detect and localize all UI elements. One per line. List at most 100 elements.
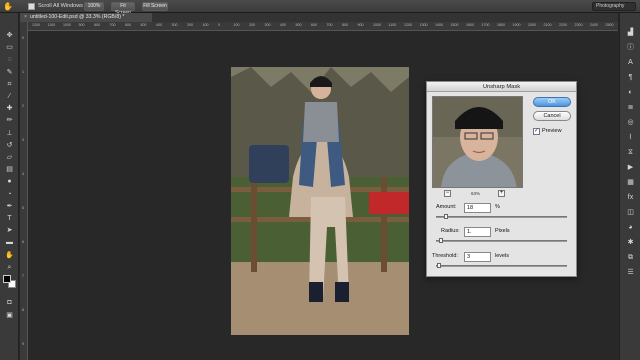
ruler-tick-label: 500: [140, 23, 147, 27]
zoom-in-button[interactable]: +: [498, 190, 505, 197]
ruler-tick-label: 200: [187, 23, 193, 27]
document-tab[interactable]: × untitled-100-Edit.psd @ 33.3% (RGB/8) *: [20, 13, 152, 22]
ruler-tick-label: 1000: [373, 23, 381, 27]
ruler-tick-label: 1: [22, 70, 24, 74]
amount-input[interactable]: 18: [464, 203, 491, 213]
hand-icon[interactable]: ✋: [2, 251, 17, 261]
paths-icon[interactable]: ⌇: [624, 132, 637, 143]
amount-slider[interactable]: [436, 214, 567, 219]
ruler-tick-label: 1300: [419, 23, 428, 27]
screen-mode-icon[interactable]: ▣: [2, 311, 17, 321]
ruler-tick-label: 0: [22, 36, 24, 40]
ruler-tick-label: 1600: [466, 23, 474, 27]
horizontal-ruler[interactable]: 1200 1100 1000 900 800 700 600 500 400 300 200 100 0…: [28, 22, 618, 31]
channels-icon[interactable]: ◎: [624, 117, 637, 128]
brush-icon[interactable]: ✏: [2, 116, 17, 126]
quick-mask-icon[interactable]: ◘: [2, 298, 17, 308]
amount-slider-thumb[interactable]: [444, 214, 448, 219]
ruler-tick-label: 600: [311, 23, 317, 27]
radius-slider-thumb[interactable]: [439, 238, 443, 243]
workspace-switcher[interactable]: Photography: [592, 2, 636, 11]
ruler-tick-label: 2100: [543, 23, 552, 27]
info-icon[interactable]: ⓘ: [624, 42, 637, 53]
radius-input[interactable]: 1.: [464, 227, 491, 237]
threshold-input[interactable]: 3: [464, 252, 491, 262]
fill-screen-button[interactable]: Fill Screen: [142, 2, 168, 11]
ruler-tick-label: 1100: [47, 23, 56, 27]
ruler-tick-label: 2300: [574, 23, 583, 27]
ruler-tick-label: 8: [22, 308, 24, 312]
crop-icon[interactable]: ⌗: [2, 80, 17, 90]
ruler-tick-label: 100: [233, 23, 240, 27]
ruler-tick-label: 1900: [512, 23, 521, 27]
zoom-100-button[interactable]: 100%: [84, 2, 104, 11]
healing-icon[interactable]: ✚: [2, 104, 17, 114]
amount-unit: %: [495, 204, 500, 210]
gradient-icon[interactable]: ▤: [2, 165, 17, 175]
path-select-icon[interactable]: ➤: [2, 226, 17, 236]
ruler-tick-label: 900: [357, 23, 364, 27]
character-icon[interactable]: A: [624, 57, 637, 68]
ruler-tick-label: 800: [94, 23, 100, 27]
radius-slider[interactable]: [436, 238, 567, 243]
radius-unit: Pixels: [495, 228, 510, 234]
history-brush-icon[interactable]: ↺: [2, 141, 17, 151]
paragraph-icon[interactable]: ¶: [624, 72, 637, 83]
filter-preview[interactable]: [432, 96, 523, 188]
ruler-tick-label: 2400: [590, 23, 598, 27]
cancel-button[interactable]: Cancel: [533, 111, 571, 121]
move-icon[interactable]: ✥: [2, 31, 17, 41]
ok-button[interactable]: OK: [533, 97, 571, 107]
type-icon[interactable]: T: [2, 214, 17, 224]
brush-presets-icon[interactable]: ✱: [624, 237, 637, 248]
history-icon[interactable]: ⧖: [624, 147, 637, 158]
ruler-tick-label: 300: [264, 23, 271, 27]
blur-icon[interactable]: ●: [2, 177, 17, 187]
clone-stamp-icon[interactable]: ⊥: [2, 129, 17, 139]
adjustments-icon[interactable]: ◐: [624, 87, 637, 98]
pen-icon[interactable]: ✒: [2, 202, 17, 212]
quick-select-icon[interactable]: ✎: [2, 68, 17, 78]
swatches-icon[interactable]: ▦: [624, 177, 637, 188]
threshold-unit: levels: [495, 253, 510, 259]
threshold-slider[interactable]: [436, 263, 567, 268]
ruler-tick-label: 2200: [559, 23, 567, 27]
photoshop-window: ✋ Scroll All Windows 100% Fit Screen Fil…: [0, 0, 640, 360]
layers-icon[interactable]: ≣: [624, 102, 637, 113]
hand-tool-icon[interactable]: ✋: [3, 2, 15, 11]
clone-source-icon[interactable]: ⧉: [624, 252, 637, 263]
scroll-all-windows-checkbox[interactable]: [28, 3, 35, 10]
foreground-color-swatch[interactable]: [3, 275, 11, 283]
ruler-tick-label: 5: [22, 206, 24, 210]
document-photo[interactable]: [231, 67, 409, 335]
marquee-icon[interactable]: ▭: [2, 43, 17, 53]
fit-screen-button[interactable]: Fit Screen: [111, 2, 135, 16]
ruler-tick-label: 1800: [497, 23, 505, 27]
panel-dock: ▟ ⓘ A ¶ ◐ ≣ ◎ ⌇ ⧖ ▶ ▦ fx ◫ ◕ ✱ ⧉ ☰: [619, 13, 640, 360]
navigator-icon[interactable]: ◫: [624, 207, 637, 218]
properties-icon[interactable]: ☰: [624, 267, 637, 278]
lasso-icon[interactable]: ◌: [2, 55, 17, 65]
eyedropper-icon[interactable]: ⁄: [2, 92, 17, 102]
color-icon[interactable]: ◕: [624, 222, 637, 233]
zoom-out-button[interactable]: −: [444, 190, 451, 197]
actions-icon[interactable]: ▶: [624, 162, 637, 173]
close-tab-icon[interactable]: ×: [24, 14, 27, 20]
ruler-tick-label: 2000: [528, 23, 536, 27]
vertical-ruler[interactable]: 0 1 2 3 4 5 6 7 8 9: [20, 22, 28, 360]
ruler-tick-label: 1400: [435, 23, 443, 27]
shape-icon[interactable]: ▬: [2, 238, 17, 248]
threshold-slider-thumb[interactable]: [437, 263, 441, 268]
ruler-tick-label: 1100: [388, 23, 397, 27]
dialog-title[interactable]: Unsharp Mask: [427, 82, 576, 92]
checkmark-icon: ✓: [534, 128, 540, 134]
tools-panel: ✥ ▭ ◌ ✎ ⌗ ⁄ ✚ ✏ ⊥ ↺ ▱ ▤ ● ◔ ✒ T ➤ ▬ ✋ ⌕ ◘ ▣: [0, 13, 19, 360]
eraser-icon[interactable]: ▱: [2, 153, 17, 163]
preview-checkbox[interactable]: ✓: [533, 128, 540, 135]
dodge-icon[interactable]: ◔: [2, 190, 17, 200]
styles-icon[interactable]: fx: [624, 192, 637, 203]
histogram-icon[interactable]: ▟: [624, 27, 637, 38]
document-tab-label: untitled-100-Edit.psd @ 33.3% (RGB/8) *: [30, 14, 125, 20]
ruler-tick-label: 3: [22, 138, 24, 142]
zoom-icon[interactable]: ⌕: [2, 263, 17, 273]
